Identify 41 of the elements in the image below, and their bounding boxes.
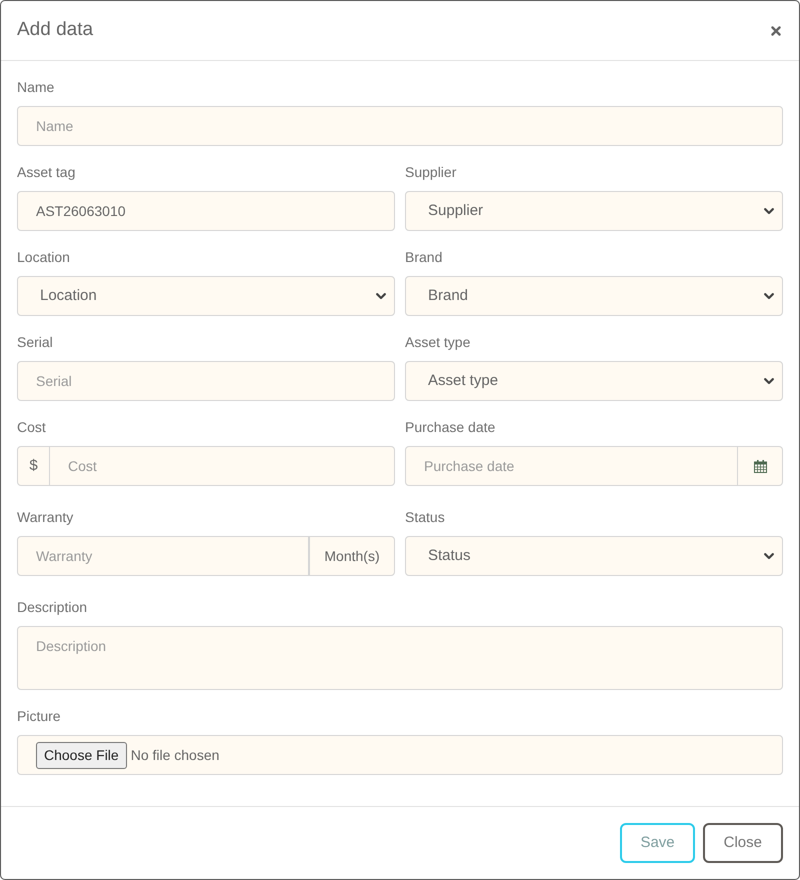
input-field[interactable]: Purchase date (405, 446, 738, 486)
dropdown[interactable]: Supplier (405, 191, 783, 231)
field-label: Cost (17, 418, 46, 437)
dropdown[interactable]: Brand (405, 276, 783, 316)
save-button[interactable]: Save (620, 823, 695, 863)
field-label: Name (17, 78, 54, 97)
calendar-button[interactable] (738, 446, 783, 486)
currency-addon: $ (17, 446, 50, 486)
unit-addon: Month(s) (309, 536, 395, 576)
chevron-down-icon (376, 292, 386, 300)
chevron-down-icon (764, 552, 774, 560)
field-label: Serial (17, 333, 53, 352)
field-label: Brand (405, 248, 442, 267)
dropdown[interactable]: Status (405, 536, 783, 576)
close-icon[interactable] (771, 26, 781, 36)
field-label: Status (405, 508, 445, 527)
input-field[interactable]: Cost (50, 446, 395, 486)
field-label: Supplier (405, 163, 456, 182)
chevron-down-icon (764, 378, 774, 384)
field-label: Warranty (17, 508, 74, 527)
field-label: Description (17, 598, 88, 617)
file-input[interactable]: Choose File No file chosen (17, 735, 783, 775)
input-field[interactable]: Warranty (17, 536, 309, 576)
field-label: Picture (17, 707, 61, 726)
input-field[interactable]: AST26063010 (17, 191, 395, 231)
input-field[interactable]: Name (17, 106, 783, 146)
close-button[interactable]: Close (702, 823, 783, 863)
dialog-title: Add data (17, 18, 94, 42)
choose-file-button[interactable]: Choose File (36, 742, 127, 768)
field-label: Location (17, 248, 70, 267)
field-label: Asset tag (17, 163, 76, 182)
field-label: Purchase date (405, 418, 496, 437)
chevron-down-icon (764, 208, 774, 214)
dropdown[interactable]: Asset type (405, 361, 783, 401)
field-label: Asset type (405, 333, 470, 352)
calendar-icon (754, 460, 766, 472)
file-status-text: No file chosen (130, 746, 220, 764)
textarea-field[interactable]: Description (17, 626, 783, 690)
chevron-down-icon (764, 292, 774, 300)
dropdown[interactable]: Location (17, 276, 395, 316)
input-field[interactable]: Serial (17, 361, 395, 401)
